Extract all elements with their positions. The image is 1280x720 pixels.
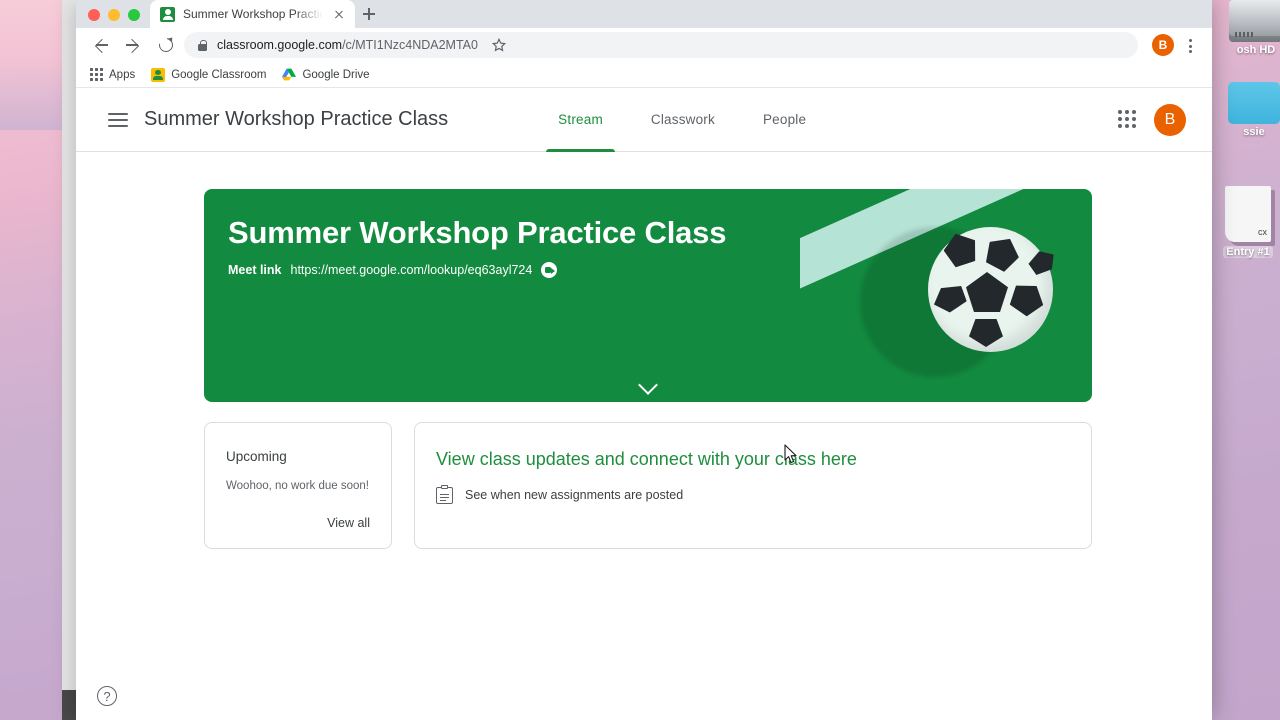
bookmark-google-drive[interactable]: Google Drive <box>282 68 370 81</box>
page-title: Summer Workshop Practice Class <box>144 108 449 130</box>
google-classroom-icon <box>151 67 166 82</box>
google-apps-grid-icon[interactable] <box>1118 109 1138 130</box>
bookmark-star-icon[interactable] <box>488 34 510 56</box>
mouse-cursor <box>784 444 797 464</box>
google-classroom-icon <box>160 6 175 22</box>
window-edge-strip <box>62 0 76 720</box>
desktop-icon-label: ssie <box>1243 126 1265 138</box>
folder-icon <box>1228 82 1280 124</box>
address-bar-url: classroom.google.com/c/MTI1Nzc4NDA2MTA0 <box>217 38 478 52</box>
document-extension: cx <box>1258 227 1267 237</box>
stream-info-card: View class updates and connect with your… <box>414 422 1092 549</box>
google-meet-icon[interactable] <box>541 262 558 278</box>
lock-icon <box>198 39 207 51</box>
meet-link-label: Meet link <box>228 263 282 277</box>
dock-corner <box>62 690 76 720</box>
stream-bullet-text: See when new assignments are posted <box>465 487 684 502</box>
apps-grid-icon <box>90 68 103 81</box>
browser-menu-icon[interactable] <box>1180 33 1200 57</box>
clipboard-icon <box>436 485 453 504</box>
bookmarks-bar: Apps Google Classroom Google Drive <box>76 62 1212 88</box>
browser-tab-strip: Summer Workshop Practice Cl <box>76 0 1212 28</box>
soccer-ball-icon <box>800 189 1092 402</box>
bookmark-label: Google Drive <box>302 68 370 81</box>
desktop-icon-hard-drive[interactable]: osh HD <box>1208 0 1280 56</box>
classroom-header-actions: B <box>1118 103 1196 136</box>
bookmark-google-classroom[interactable]: Google Classroom <box>151 67 267 82</box>
view-all-button[interactable]: View all <box>327 516 370 530</box>
close-window-button[interactable] <box>88 9 100 21</box>
stream-bullet-row: See when new assignments are posted <box>436 485 683 504</box>
upcoming-title: Upcoming <box>226 449 287 464</box>
url-path: /c/MTI1Nzc4NDA2MTA0 <box>342 38 478 52</box>
chevron-down-icon[interactable] <box>637 377 659 391</box>
hamburger-icon[interactable] <box>106 108 130 132</box>
bookmark-apps[interactable]: Apps <box>90 68 135 81</box>
desktop-icon-label: osh HD <box>1236 44 1276 56</box>
meet-link-row: Meet link https://meet.google.com/lookup… <box>228 262 558 278</box>
browser-toolbar: classroom.google.com/c/MTI1Nzc4NDA2MTA0 … <box>76 28 1212 62</box>
class-banner[interactable]: Summer Workshop Practice Class Meet link… <box>204 189 1092 402</box>
soccer-ball <box>928 227 1053 352</box>
browser-tab-title: Summer Workshop Practice Cl <box>183 7 323 21</box>
google-drive-icon <box>282 68 297 81</box>
minimize-window-button[interactable] <box>108 9 120 21</box>
classroom-tabs: Stream Classwork People <box>534 88 830 152</box>
help-icon[interactable]: ? <box>97 686 117 706</box>
avatar[interactable]: B <box>1154 103 1186 136</box>
address-bar[interactable]: classroom.google.com/c/MTI1Nzc4NDA2MTA0 <box>184 32 1138 58</box>
browser-window: Summer Workshop Practice Cl classroom.go… <box>76 0 1212 720</box>
url-host: classroom.google.com <box>217 38 343 52</box>
upcoming-card: Upcoming Woohoo, no work due soon! View … <box>204 422 392 549</box>
meet-link-url[interactable]: https://meet.google.com/lookup/eq63ayl72… <box>291 263 533 277</box>
new-tab-button[interactable] <box>355 0 383 28</box>
close-icon[interactable] <box>331 6 347 22</box>
desktop-icon-label: Entry #1 <box>1223 246 1273 258</box>
class-title: Summer Workshop Practice Class <box>228 215 727 250</box>
browser-profile-avatar[interactable]: B <box>1152 34 1174 56</box>
bookmark-label: Google Classroom <box>171 68 267 81</box>
tab-classwork[interactable]: Classwork <box>627 88 739 152</box>
forward-button[interactable] <box>120 32 146 58</box>
classroom-page: Summer Workshop Practice Class Stream Cl… <box>76 88 1212 720</box>
back-button[interactable] <box>88 32 114 58</box>
tab-people[interactable]: People <box>739 88 830 152</box>
classroom-header: Summer Workshop Practice Class Stream Cl… <box>76 88 1212 152</box>
hard-drive-icon <box>1229 0 1280 42</box>
browser-tab[interactable]: Summer Workshop Practice Cl <box>150 0 355 28</box>
desktop-icon-folder[interactable]: ssie <box>1206 82 1280 138</box>
document-icon: cx <box>1225 186 1271 242</box>
maximize-window-button[interactable] <box>128 9 140 21</box>
bookmark-label: Apps <box>109 68 136 81</box>
desktop-icon-document[interactable]: cx Entry #1 <box>1200 186 1280 260</box>
upcoming-empty-text: Woohoo, no work due soon! <box>226 480 369 492</box>
reload-icon[interactable] <box>152 32 178 58</box>
window-controls <box>76 9 150 28</box>
tab-stream[interactable]: Stream <box>534 88 627 152</box>
